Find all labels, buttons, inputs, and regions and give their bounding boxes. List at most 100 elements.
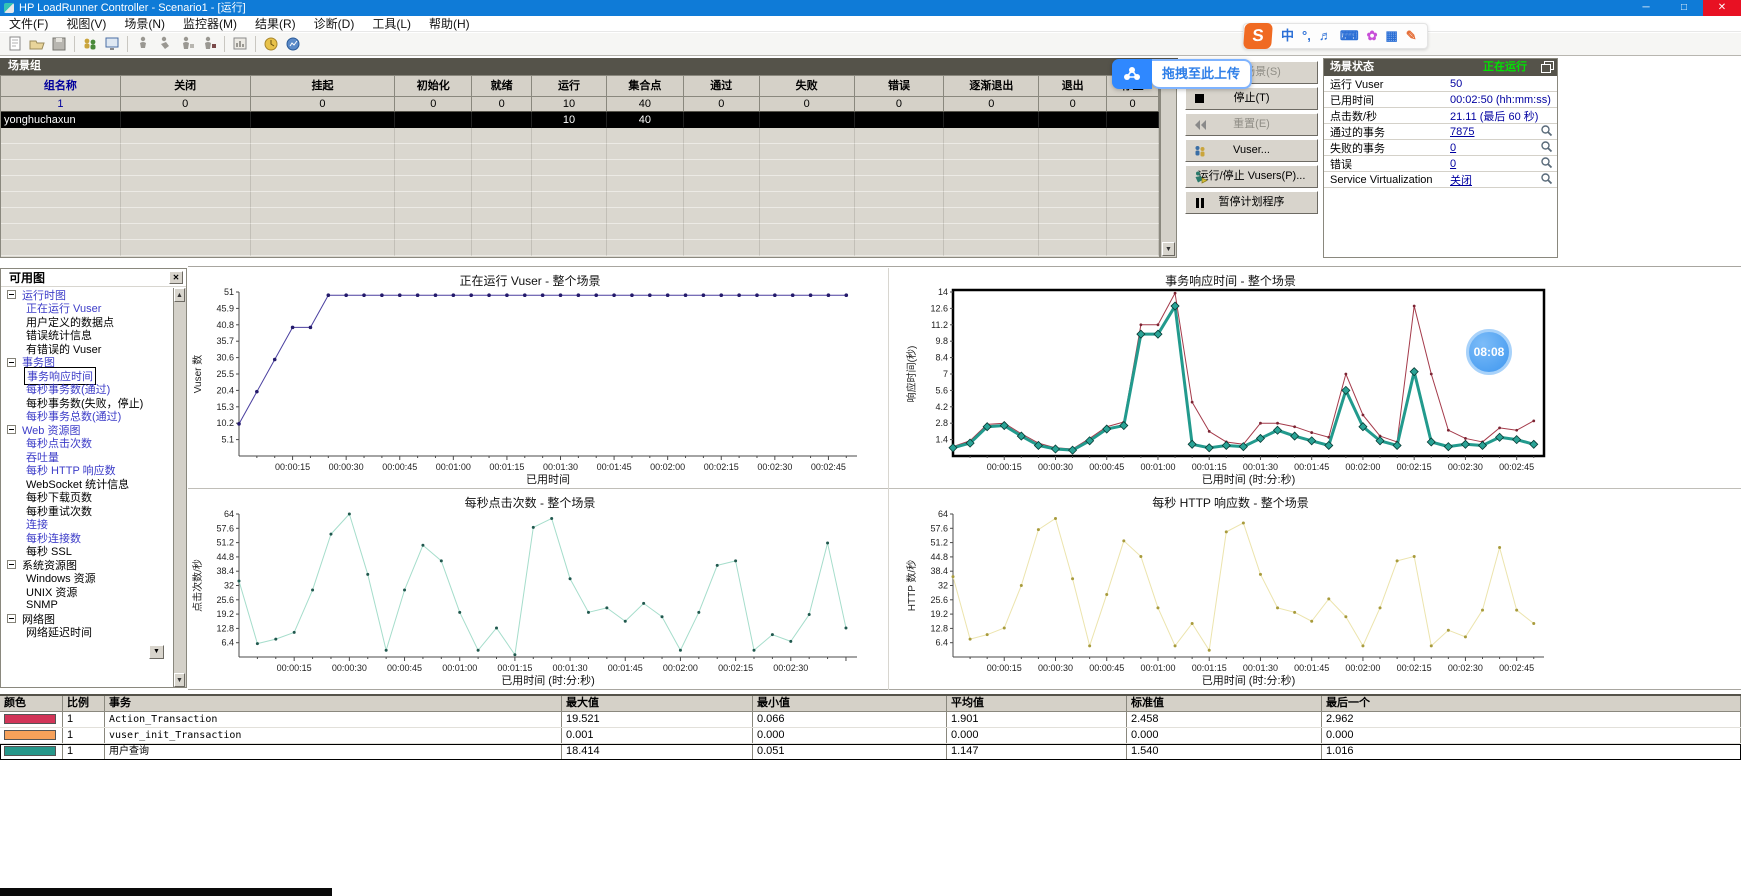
pause-scheduler-button[interactable]: 暂停计划程序: [1185, 191, 1318, 214]
column-header-2[interactable]: 挂起: [251, 76, 396, 97]
empty-row[interactable]: [1, 144, 1159, 160]
legend-header-5[interactable]: 平均值: [947, 696, 1127, 712]
column-header-7[interactable]: 通过: [684, 76, 760, 97]
analysis-icon[interactable]: [283, 35, 303, 53]
grid-icon[interactable]: ▦: [1386, 24, 1398, 48]
scroll-up-icon[interactable]: ▲: [174, 288, 185, 302]
legend-header-7[interactable]: 最后一个: [1322, 696, 1741, 712]
column-header-11[interactable]: 退出: [1039, 76, 1107, 97]
maximize-button[interactable]: □: [1665, 0, 1703, 16]
svg-text:00:02:45: 00:02:45: [1499, 663, 1534, 673]
empty-row[interactable]: [1, 192, 1159, 208]
status-value[interactable]: 0: [1450, 142, 1456, 154]
status-value[interactable]: 0: [1450, 158, 1456, 170]
collapse-icon[interactable]: [7, 614, 16, 623]
mic-icon[interactable]: ♬: [1319, 24, 1332, 48]
monitor-icon[interactable]: [102, 35, 122, 53]
ime-mode-chinese[interactable]: 中: [1281, 24, 1294, 48]
menu-item[interactable]: 帮助(H): [420, 16, 479, 32]
vuser-groups-icon[interactable]: [80, 35, 100, 53]
sidebar-scrollbar[interactable]: ▲ ▼: [173, 288, 186, 687]
stop-button[interactable]: 停止(T): [1185, 87, 1318, 110]
collapse-icon[interactable]: [7, 358, 16, 367]
legend-header-2[interactable]: 事务: [105, 696, 562, 712]
menu-item[interactable]: 结果(R): [246, 16, 305, 32]
menu-item[interactable]: 文件(F): [0, 16, 57, 32]
magnifier-icon[interactable]: [1540, 172, 1553, 188]
empty-cell: [532, 160, 607, 176]
keyboard-icon[interactable]: ⌨: [1340, 24, 1359, 48]
stop-vusers-icon[interactable]: [199, 35, 219, 53]
gradual-stop-icon[interactable]: [177, 35, 197, 53]
column-header-4[interactable]: 就绪: [472, 76, 532, 97]
group-cell: [121, 112, 251, 128]
column-header-0[interactable]: 组名称: [1, 76, 121, 97]
menu-item[interactable]: 视图(V): [57, 16, 115, 32]
legend-header-6[interactable]: 标准值: [1127, 696, 1322, 712]
column-header-10[interactable]: 逐渐退出: [944, 76, 1039, 97]
screen-time-badge[interactable]: 08:08: [1466, 329, 1512, 375]
collapse-icon[interactable]: [7, 290, 16, 299]
sla-icon[interactable]: [261, 35, 281, 53]
legend-row-vuser_init_Transaction[interactable]: 1vuser_init_Transaction0.0010.0000.0000.…: [0, 728, 1741, 744]
scroll-down-icon[interactable]: ▼: [174, 673, 185, 687]
results-icon[interactable]: [230, 35, 250, 53]
sogou-logo-icon[interactable]: S: [1243, 23, 1273, 49]
save-icon[interactable]: [49, 35, 69, 53]
legend-row-用户查询[interactable]: 1用户查询18.4140.0511.1471.5401.016: [0, 744, 1741, 760]
empty-cell: [855, 192, 945, 208]
empty-row[interactable]: [1, 128, 1159, 144]
status-value[interactable]: 关闭: [1450, 172, 1472, 188]
magnifier-icon[interactable]: [1540, 156, 1553, 172]
tree-item-UNIX-资源[interactable]: UNIX 资源: [1, 585, 173, 599]
column-header-9[interactable]: 错误: [855, 76, 945, 97]
close-icon[interactable]: ✕: [169, 271, 183, 284]
scroll-down-icon[interactable]: ▼: [1162, 242, 1175, 256]
legend-header-4[interactable]: 最小值: [753, 696, 947, 712]
collapse-icon[interactable]: [7, 425, 16, 434]
column-header-3[interactable]: 初始化: [395, 76, 472, 97]
group-row-yonghuchaxun[interactable]: yonghuchaxun1040: [1, 112, 1159, 128]
empty-cell: [1107, 176, 1159, 192]
magnifier-icon[interactable]: [1540, 140, 1553, 156]
menu-item[interactable]: 诊断(D): [305, 16, 364, 32]
legend-row-Action_Transaction[interactable]: 1Action_Transaction19.5210.0661.9012.458…: [0, 712, 1741, 728]
collapse-icon[interactable]: [7, 560, 16, 569]
init-vusers-icon[interactable]: [133, 35, 153, 53]
menu-item[interactable]: 监控器(M): [174, 16, 246, 32]
skin-icon[interactable]: ✿: [1367, 24, 1378, 48]
menu-item[interactable]: 工具(L): [363, 16, 420, 32]
upload-overlay[interactable]: 拖拽至此上传: [1112, 59, 1252, 89]
empty-row[interactable]: [1, 240, 1159, 256]
magnifier-icon[interactable]: [1540, 124, 1553, 140]
run-stop-vusers-button[interactable]: 运行/停止 Vusers(P)...: [1185, 165, 1318, 188]
tree-item-网络延迟时间[interactable]: 网络延迟时间: [1, 626, 173, 640]
reset-button[interactable]: 重置(E): [1185, 113, 1318, 136]
open-icon[interactable]: [27, 35, 47, 53]
empty-row[interactable]: [1, 208, 1159, 224]
legend-header-0[interactable]: 颜色: [0, 696, 63, 712]
empty-row[interactable]: [1, 176, 1159, 192]
punctuation-icon[interactable]: °,: [1302, 24, 1311, 48]
vusers-button[interactable]: Vuser...: [1185, 139, 1318, 162]
column-header-5[interactable]: 运行: [532, 76, 607, 97]
tree-dropdown-icon[interactable]: ▼: [149, 645, 164, 659]
minimize-button[interactable]: ─: [1627, 0, 1665, 16]
empty-row[interactable]: [1, 160, 1159, 176]
close-button[interactable]: ✕: [1703, 0, 1741, 16]
svg-text:45.9: 45.9: [216, 303, 234, 313]
menu-item[interactable]: 场景(N): [115, 16, 174, 32]
column-header-6[interactable]: 集合点: [607, 76, 684, 97]
column-header-8[interactable]: 失败: [760, 76, 855, 97]
restore-panel-icon[interactable]: [1541, 61, 1553, 72]
tool-icon[interactable]: ✎: [1406, 24, 1417, 48]
legend-header-1[interactable]: 比例: [63, 696, 105, 712]
run-vusers-icon[interactable]: [155, 35, 175, 53]
empty-row[interactable]: [1, 224, 1159, 240]
status-value[interactable]: 7875: [1450, 126, 1474, 138]
legend-header-3[interactable]: 最大值: [562, 696, 753, 712]
new-scenario-icon[interactable]: [5, 35, 25, 53]
column-header-1[interactable]: 关闭: [121, 76, 251, 97]
groups-scrollbar[interactable]: ▼: [1160, 75, 1177, 258]
group-cell: [251, 112, 396, 128]
